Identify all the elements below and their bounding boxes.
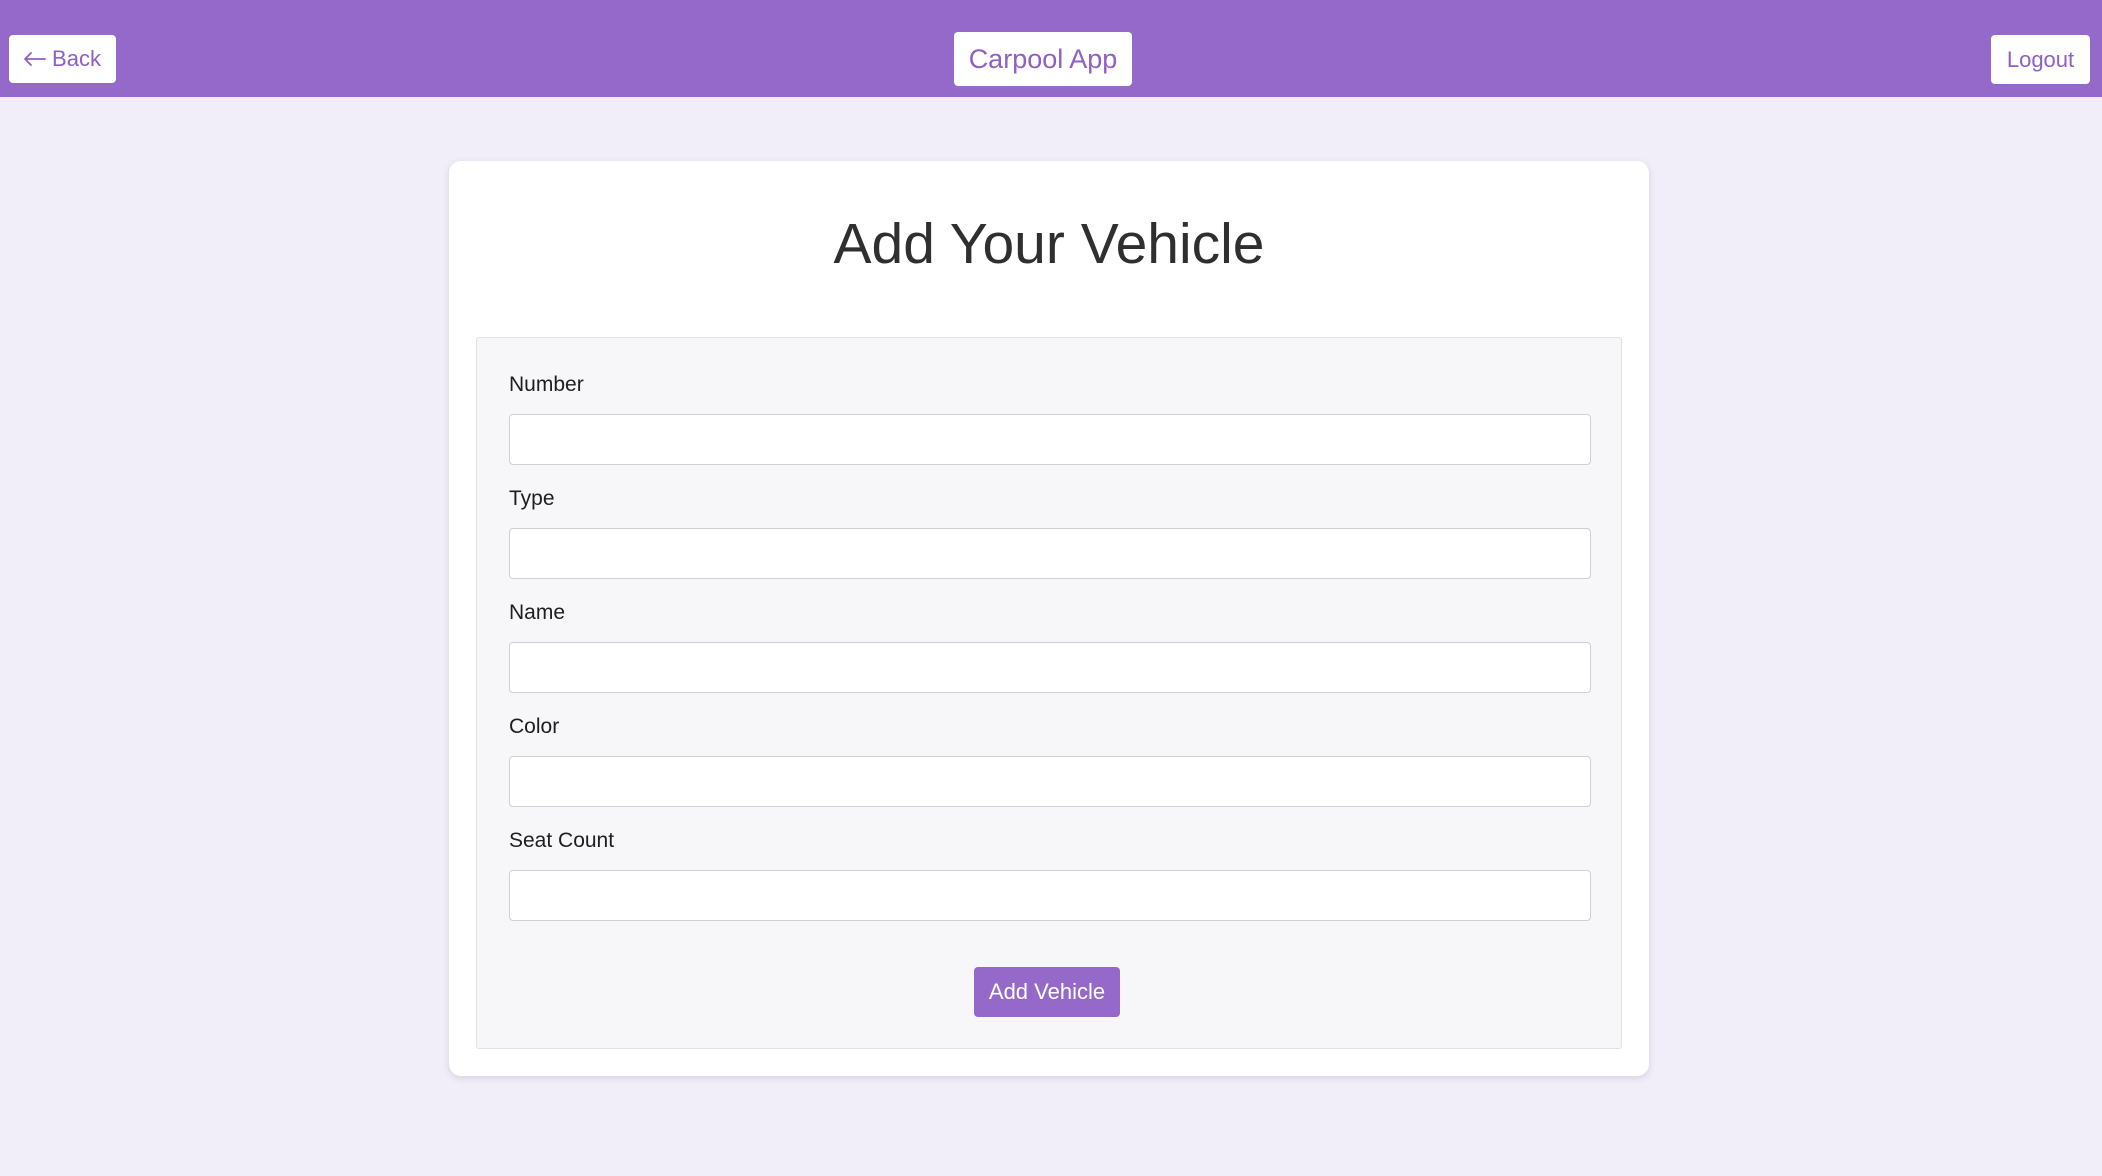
- arrow-left-icon: [24, 52, 46, 66]
- logout-button[interactable]: Logout: [1991, 35, 2090, 84]
- back-button[interactable]: Back: [9, 35, 116, 83]
- number-label: Number: [509, 373, 584, 396]
- name-label: Name: [509, 601, 566, 624]
- type-label: Type: [509, 487, 555, 510]
- color-input[interactable]: [509, 756, 1591, 807]
- page-title: Add Your Vehicle: [833, 212, 1265, 276]
- vehicle-card: Add Your Vehicle Number Type Name Color …: [449, 161, 1649, 1076]
- add-vehicle-button[interactable]: Add Vehicle: [974, 967, 1120, 1017]
- color-label: Color: [509, 715, 560, 738]
- type-input[interactable]: [509, 528, 1591, 579]
- seat-count-input[interactable]: [509, 870, 1591, 921]
- seat-count-label: Seat Count: [509, 829, 615, 852]
- number-input[interactable]: [509, 414, 1591, 465]
- app-brand-button[interactable]: Carpool App: [954, 32, 1132, 86]
- add-vehicle-form: Number Type Name Color Seat Count Add Ve…: [476, 337, 1622, 1049]
- top-navbar: Back Carpool App Logout: [0, 0, 2102, 97]
- back-button-label: Back: [52, 46, 101, 71]
- name-input[interactable]: [509, 642, 1591, 693]
